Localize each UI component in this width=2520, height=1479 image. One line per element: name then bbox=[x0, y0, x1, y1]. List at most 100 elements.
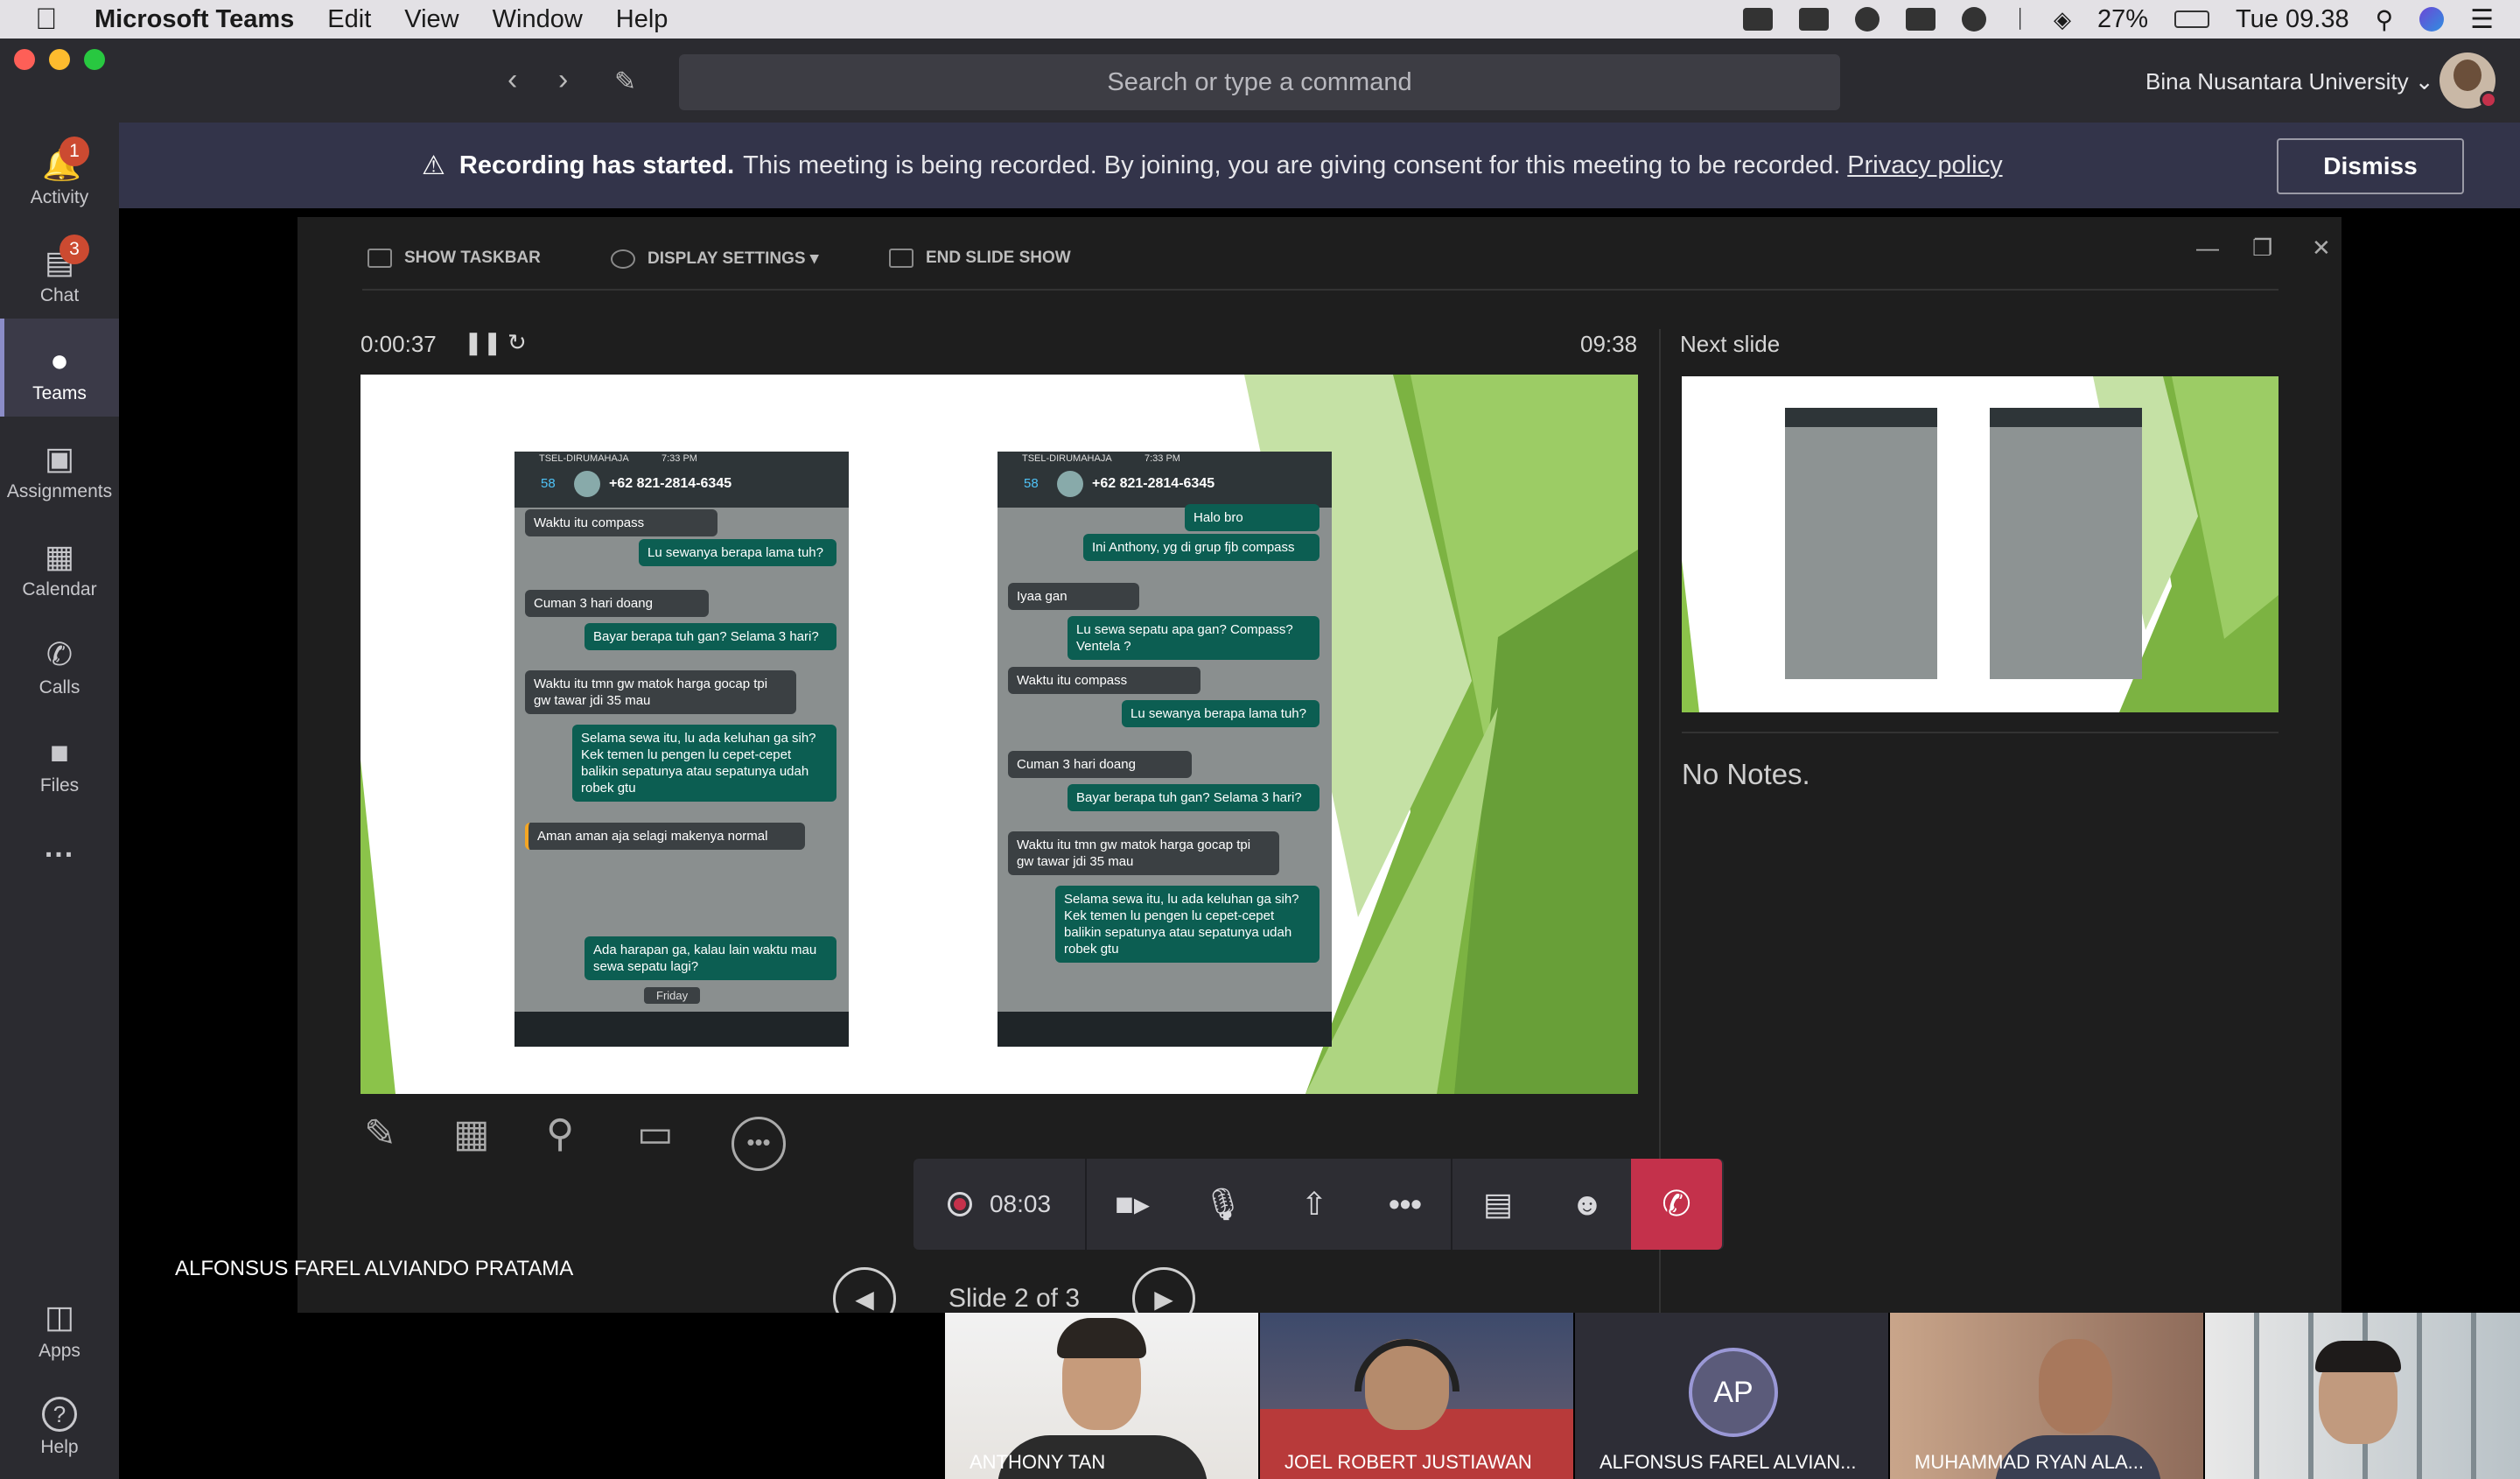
contact-avatar bbox=[1057, 471, 1083, 497]
org-switcher[interactable]: Bina Nusantara University ⌄ bbox=[2146, 68, 2434, 95]
hang-up-button[interactable]: ✆ bbox=[1631, 1159, 1722, 1250]
end-slide-show-button[interactable]: END SLIDE SHOW bbox=[889, 249, 1071, 268]
next-slide-thumbnail[interactable] bbox=[1682, 376, 2278, 712]
participant-tile[interactable]: AP ALFONSUS FAREL ALVIAN... bbox=[1575, 1313, 1888, 1479]
camera-toggle-button[interactable]: ■▸ bbox=[1087, 1159, 1178, 1250]
close-window-button[interactable] bbox=[14, 49, 35, 70]
apple-menu-icon[interactable]:  bbox=[35, 3, 65, 37]
dismiss-button[interactable]: Dismiss bbox=[2277, 138, 2464, 194]
participant-tile[interactable] bbox=[2205, 1313, 2520, 1479]
banner-message: This meeting is being recorded. By joini… bbox=[743, 151, 1841, 179]
bluetooth-icon[interactable]: ᛁ bbox=[2012, 5, 2027, 33]
end-slideshow-icon bbox=[889, 249, 914, 268]
spotlight-search-icon[interactable]: ⚲ bbox=[2376, 5, 2394, 34]
chat-bubble: Waktu itu compass bbox=[1008, 667, 1200, 694]
pause-timer-icon[interactable]: ❚❚ bbox=[464, 329, 502, 356]
chat-bubble: Lu sewa sepatu apa gan? Compass? Ventela… bbox=[1068, 616, 1320, 660]
display-settings-label: DISPLAY SETTINGS ▾ bbox=[648, 249, 819, 268]
contact-number: +62 821-2814-6345 bbox=[1092, 476, 1215, 491]
forward-arrow-icon[interactable]: › bbox=[558, 63, 568, 97]
day-separator: Friday bbox=[644, 987, 701, 1004]
call-controls: 08:03 ■▸ 🎙 ⇧ ••• ▤ ☻ ✆ bbox=[914, 1159, 1724, 1250]
reset-timer-icon[interactable]: ↻ bbox=[508, 329, 527, 356]
chat-bubble: Waktu itu compass bbox=[525, 509, 718, 536]
chat-input-bar bbox=[998, 1012, 1332, 1047]
see-all-slides-icon[interactable]: ▦ bbox=[453, 1111, 490, 1156]
battery-icon[interactable] bbox=[2174, 11, 2210, 28]
menubar-clock[interactable]: Tue 09.38 bbox=[2236, 5, 2349, 34]
rail-item-label: Files bbox=[39, 775, 80, 796]
rail-item-teams[interactable]: ● Teams bbox=[0, 319, 119, 417]
presenter-clock: 09:38 bbox=[1580, 331, 1638, 357]
display-settings-button[interactable]: DISPLAY SETTINGS ▾ bbox=[611, 249, 818, 269]
camera-status-icon[interactable] bbox=[1743, 8, 1774, 31]
share-screen-button[interactable]: ⇧ bbox=[1269, 1159, 1360, 1250]
phone-time: 7:33 PM bbox=[662, 453, 697, 464]
participant-tile[interactable]: JOEL ROBERT JUSTIAWAN bbox=[1260, 1313, 1573, 1479]
show-conversation-button[interactable]: ▤ bbox=[1452, 1159, 1544, 1250]
presence-busy-icon bbox=[2480, 91, 2497, 109]
notes-divider bbox=[1682, 732, 2278, 733]
rail-item-activity[interactable]: 🔔 1 Activity bbox=[0, 123, 119, 221]
elapsed-timer: 0:00:37 bbox=[360, 331, 437, 357]
current-slide: TSEL-DIRUMAHAJA 7:33 PM 58 +62 821-2814-… bbox=[360, 375, 1638, 1094]
recording-indicator[interactable]: 08:03 bbox=[914, 1159, 1085, 1250]
zoom-slide-icon[interactable]: ⚲ bbox=[546, 1111, 574, 1156]
apps-icon: ◫ bbox=[44, 1299, 74, 1335]
more-actions-button[interactable]: ••• bbox=[1360, 1159, 1451, 1250]
back-arrow-icon[interactable]: ‹ bbox=[508, 63, 517, 97]
chat-icon: ▤ 3 bbox=[42, 235, 89, 278]
pres-minimize-icon[interactable]: — bbox=[2196, 235, 2219, 262]
show-taskbar-button[interactable]: SHOW TASKBAR bbox=[368, 249, 541, 268]
minimize-window-button[interactable] bbox=[49, 49, 70, 70]
pres-restore-icon[interactable]: ❐ bbox=[2252, 235, 2272, 262]
drive-status-icon[interactable] bbox=[1906, 8, 1936, 31]
rail-item-help[interactable]: ? Help bbox=[0, 1397, 119, 1458]
next-slide-shapes bbox=[1682, 376, 2278, 712]
rail-item-calendar[interactable]: ▦ Calendar bbox=[0, 515, 119, 613]
teams-status-icon[interactable] bbox=[1799, 8, 1830, 31]
creative-cloud-icon[interactable] bbox=[1855, 7, 1880, 32]
rail-item-chat[interactable]: ▤ 3 Chat bbox=[0, 221, 119, 319]
menu-window[interactable]: Window bbox=[493, 5, 583, 34]
menu-help[interactable]: Help bbox=[616, 5, 668, 34]
participant-name: ALFONSUS FAREL ALVIAN... bbox=[1600, 1451, 1857, 1473]
search-input[interactable]: Search or type a command bbox=[679, 54, 1840, 110]
siri-icon[interactable] bbox=[2419, 7, 2445, 32]
participant-tile[interactable]: ANTHONY TAN bbox=[945, 1313, 1258, 1479]
app-menu[interactable]: Microsoft Teams bbox=[94, 5, 294, 34]
pen-tool-icon[interactable]: ✎ bbox=[364, 1111, 396, 1156]
more-options-icon[interactable]: ••• bbox=[732, 1117, 786, 1171]
recording-banner: ⚠ Recording has started. This meeting is… bbox=[119, 123, 2520, 208]
headphones bbox=[1354, 1339, 1460, 1391]
presenter-name: ALFONSUS FAREL ALVIANDO PRATAMA bbox=[175, 1257, 574, 1280]
chat-bubble: Selama sewa itu, lu ada keluhan ga sih? … bbox=[572, 725, 836, 802]
rail-item-label: Chat bbox=[39, 285, 80, 305]
new-chat-compose-icon[interactable]: ✎ bbox=[614, 67, 636, 97]
chat-badge: 3 bbox=[60, 235, 89, 264]
privacy-policy-link[interactable]: Privacy policy bbox=[1847, 151, 2002, 180]
teams-icon: ● bbox=[50, 342, 69, 378]
wifi-icon[interactable]: ◈ bbox=[2054, 6, 2071, 33]
rail-item-assignments[interactable]: ▣ Assignments bbox=[0, 417, 119, 515]
show-taskbar-label: SHOW TASKBAR bbox=[404, 249, 541, 267]
rail-item-apps[interactable]: ◫ Apps bbox=[0, 1299, 119, 1362]
rail-item-calls[interactable]: ✆ Calls bbox=[0, 613, 119, 711]
participant-tile[interactable]: MUHAMMAD RYAN ALA... bbox=[1890, 1313, 2203, 1479]
pres-close-icon[interactable]: ✕ bbox=[2312, 235, 2331, 262]
maximize-window-button[interactable] bbox=[84, 49, 105, 70]
chat-header: TSEL-DIRUMAHAJA 7:33 PM 58 +62 821-2814-… bbox=[514, 452, 849, 508]
participant-hair bbox=[2315, 1341, 2401, 1372]
rail-item-label: Assignments bbox=[6, 481, 113, 501]
more-apps-button[interactable]: ... bbox=[0, 823, 119, 875]
mic-toggle-button[interactable]: 🎙 bbox=[1178, 1159, 1269, 1250]
notification-center-icon[interactable]: ☰ bbox=[2470, 4, 2494, 35]
menu-edit[interactable]: Edit bbox=[327, 5, 371, 34]
menu-view[interactable]: View bbox=[404, 5, 458, 34]
battery-percent[interactable]: 27% bbox=[2097, 5, 2148, 34]
show-participants-button[interactable]: ☻ bbox=[1544, 1159, 1631, 1250]
rail-item-files[interactable]: ■ Files bbox=[0, 711, 119, 809]
time-machine-icon[interactable] bbox=[1962, 7, 1987, 32]
participant-name: MUHAMMAD RYAN ALA... bbox=[1914, 1451, 2145, 1473]
black-screen-icon[interactable]: ▭ bbox=[637, 1111, 674, 1156]
